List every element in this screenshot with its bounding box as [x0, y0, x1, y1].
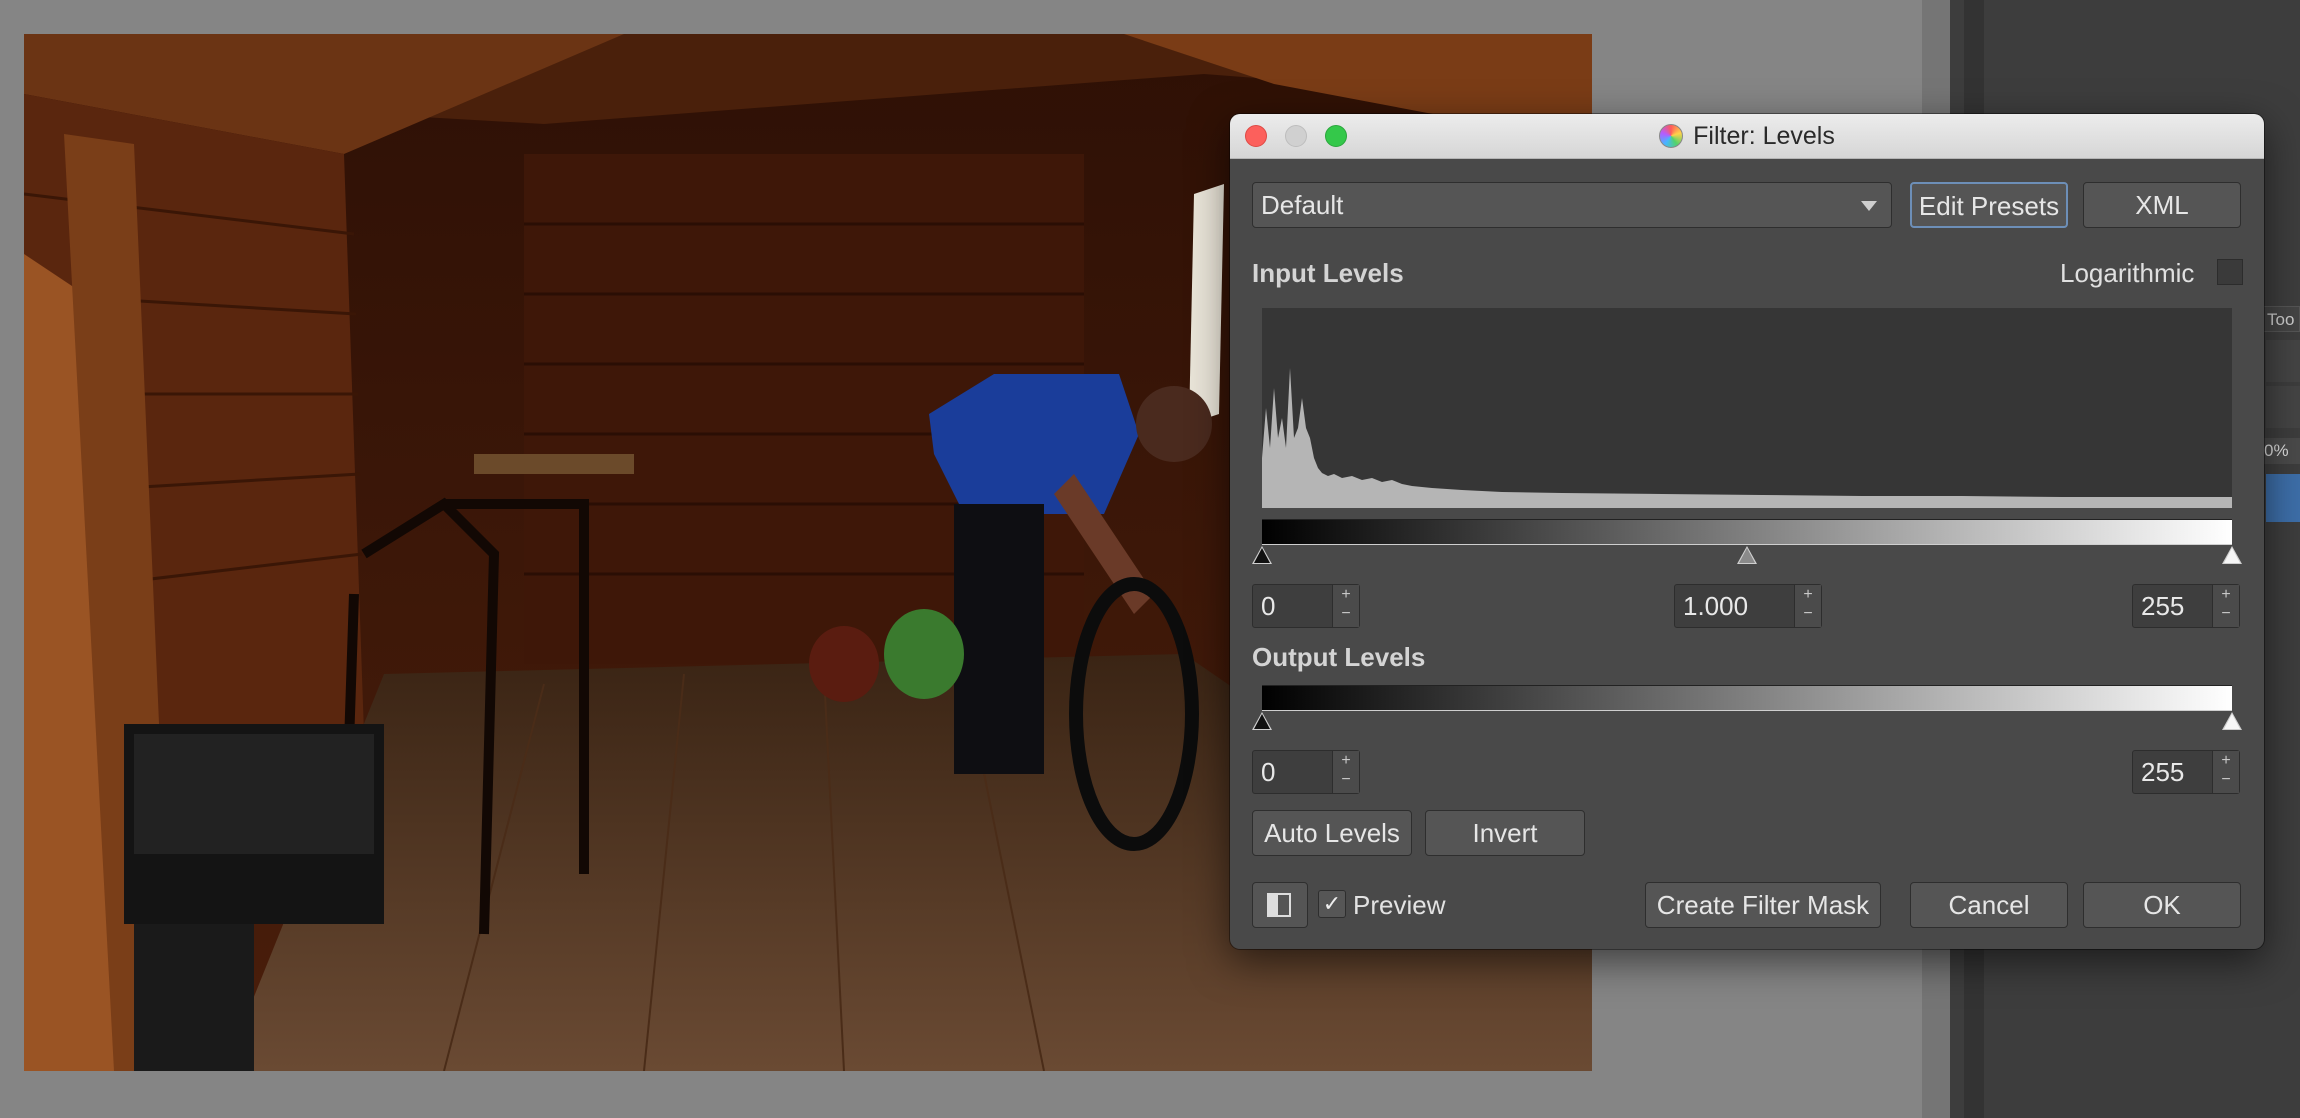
- output-black-stepper[interactable]: + −: [1332, 751, 1359, 793]
- input-gamma-stepper[interactable]: + −: [1794, 585, 1821, 627]
- chevron-down-icon: [1861, 201, 1877, 211]
- output-levels-heading: Output Levels: [1252, 642, 1426, 672]
- preview-checkbox[interactable]: ✓: [1318, 890, 1346, 918]
- compare-button[interactable]: [1252, 882, 1308, 928]
- edit-presets-button[interactable]: Edit Presets: [1910, 182, 2068, 228]
- logarithmic-checkbox[interactable]: [2217, 259, 2243, 285]
- docker-row[interactable]: [2266, 386, 2300, 428]
- invert-button[interactable]: Invert: [1425, 810, 1585, 856]
- histogram-plot: [1262, 368, 2232, 508]
- selected-layer-row[interactable]: [2266, 474, 2300, 522]
- output-white-value: 255: [2141, 757, 2185, 787]
- input-black-stepper[interactable]: + −: [1332, 585, 1359, 627]
- input-gradient-bar: [1262, 519, 2232, 545]
- output-gradient-bar: [1262, 685, 2232, 711]
- input-gamma-value: 1.000: [1683, 591, 1749, 621]
- input-white-stepper[interactable]: + −: [2212, 585, 2239, 627]
- input-black-value: 0: [1261, 591, 1276, 621]
- input-gamma-slider-handle[interactable]: [1739, 548, 1755, 563]
- output-white-stepper[interactable]: + −: [2212, 751, 2239, 793]
- input-white-slider-handle[interactable]: [2224, 548, 2240, 563]
- xml-button[interactable]: XML: [2083, 182, 2241, 228]
- auto-levels-button[interactable]: Auto Levels: [1252, 810, 1412, 856]
- input-white-spinbox[interactable]: 255 + −: [2132, 584, 2240, 628]
- cancel-button[interactable]: Cancel: [1910, 882, 2068, 928]
- dialog-titlebar[interactable]: Filter: Levels: [1230, 114, 2264, 159]
- levels-dialog: Filter: Levels Default Edit Presets XML …: [1230, 114, 2264, 949]
- preset-value: Default: [1261, 190, 1344, 220]
- docker-row[interactable]: [2266, 340, 2300, 382]
- input-gamma-spinbox[interactable]: 1.000 + −: [1674, 584, 1822, 628]
- input-white-value: 255: [2141, 591, 2185, 621]
- output-white-slider-handle[interactable]: [2224, 714, 2240, 729]
- dialog-title: Filter: Levels: [1230, 114, 2264, 158]
- input-levels-heading: Input Levels: [1252, 258, 1404, 288]
- split-view-icon: [1267, 893, 1291, 917]
- input-black-spinbox[interactable]: 0 + −: [1252, 584, 1360, 628]
- output-white-spinbox[interactable]: 255 + −: [2132, 750, 2240, 794]
- output-black-spinbox[interactable]: 0 + −: [1252, 750, 1360, 794]
- tool-options-tab[interactable]: Too: [2260, 306, 2300, 332]
- output-black-slider-handle[interactable]: [1254, 714, 1270, 729]
- logarithmic-label[interactable]: Logarithmic: [2060, 258, 2194, 289]
- colorful-filter-icon: [1659, 124, 1684, 148]
- ok-button[interactable]: OK: [2083, 882, 2241, 928]
- opacity-field[interactable]: 0%: [2260, 438, 2300, 464]
- histogram: [1262, 308, 2232, 508]
- create-filter-mask-button[interactable]: Create Filter Mask: [1645, 882, 1881, 928]
- preset-dropdown[interactable]: Default: [1252, 182, 1892, 228]
- output-black-value: 0: [1261, 757, 1276, 787]
- input-black-slider-handle[interactable]: [1254, 548, 1270, 563]
- preview-label[interactable]: Preview: [1353, 890, 1445, 920]
